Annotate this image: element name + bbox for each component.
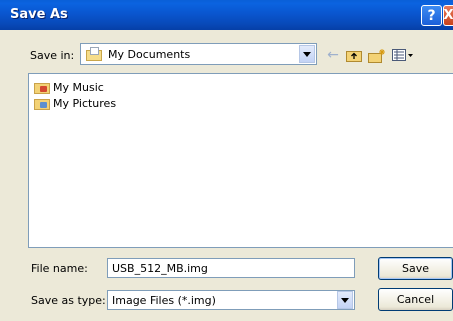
up-one-level-icon[interactable] <box>346 47 362 63</box>
file-name-value: USB_512_MB.img <box>112 261 208 275</box>
cancel-button-label: Cancel <box>396 293 435 306</box>
view-menu-icon[interactable] <box>392 47 414 63</box>
list-item[interactable]: My Pictures <box>34 95 116 111</box>
save-button-label: Save <box>401 262 429 275</box>
close-icon: X <box>443 8 453 23</box>
save-as-type-label: Save as type: <box>31 294 106 307</box>
save-in-value: My Documents <box>108 47 191 61</box>
save-in-dropdown-button[interactable] <box>299 45 315 63</box>
save-in-label: Save in: <box>30 49 75 62</box>
new-folder-icon[interactable] <box>368 47 386 63</box>
file-name: My Music <box>53 80 104 94</box>
save-in-combobox[interactable]: My Documents <box>80 43 317 65</box>
music-folder-icon <box>34 80 50 94</box>
file-name-input[interactable]: USB_512_MB.img <box>107 258 355 278</box>
file-list[interactable]: My Music My Pictures <box>28 73 453 248</box>
title-bar[interactable]: Save As ? X <box>0 0 453 30</box>
file-name-label: File name: <box>31 262 88 275</box>
list-item[interactable]: My Music <box>34 79 104 95</box>
chevron-down-icon <box>341 297 349 303</box>
save-as-type-value: Image Files (*.img) <box>112 293 216 307</box>
back-arrow-icon[interactable]: ← <box>326 47 340 63</box>
save-as-type-select[interactable]: Image Files (*.img) <box>107 290 355 310</box>
save-as-dialog: Save As ? X Save in: My Documents ← My M… <box>0 0 453 321</box>
file-name: My Pictures <box>53 96 117 110</box>
my-documents-icon <box>86 47 102 61</box>
save-button[interactable]: Save <box>378 257 453 280</box>
close-button[interactable]: X <box>443 5 453 26</box>
help-button[interactable]: ? <box>421 5 442 26</box>
pictures-folder-icon <box>34 96 50 110</box>
cancel-button[interactable]: Cancel <box>378 288 453 311</box>
window-title: Save As <box>10 7 68 22</box>
help-icon: ? <box>427 7 436 24</box>
chevron-down-icon <box>303 51 311 57</box>
save-as-type-dropdown-button[interactable] <box>337 291 353 309</box>
